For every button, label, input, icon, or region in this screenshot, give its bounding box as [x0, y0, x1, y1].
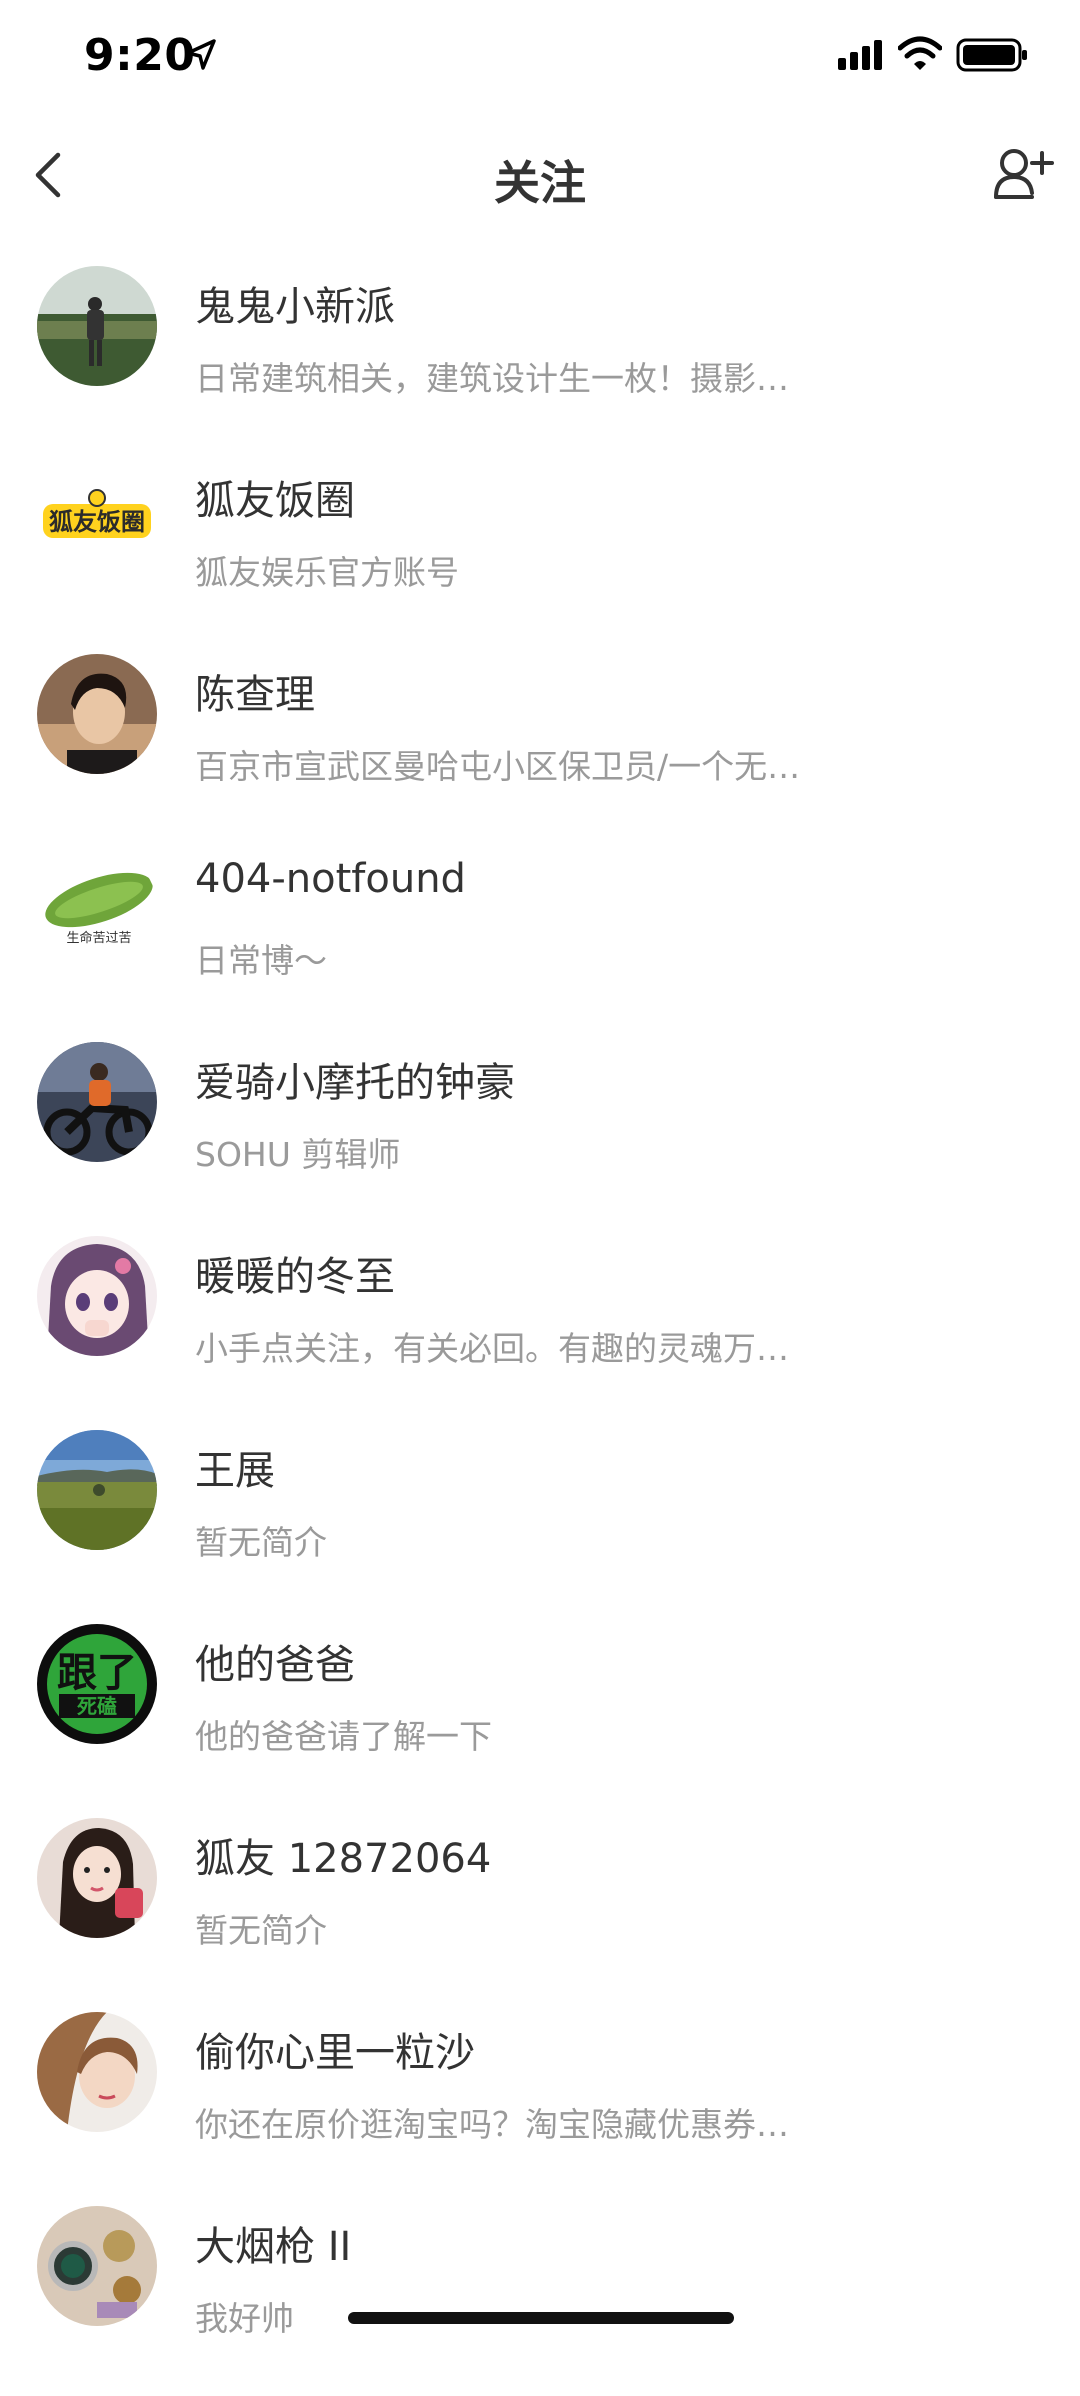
motorcycle-avatar-icon: [37, 1042, 157, 1162]
avatar[interactable]: 跟了 死磕: [37, 1624, 157, 1744]
list-item[interactable]: 暖暖的冬至 小手点关注，有关必回。有趣的灵魂万…: [0, 1232, 1080, 1426]
follow-list: 鬼鬼小新派 日常建筑相关，建筑设计生一枚！摄影… 狐友饭圈 狐友饭圈 狐友娱乐官…: [0, 262, 1080, 2396]
nav-bar: 关注: [0, 125, 1080, 225]
user-name: 狐友饭圈: [195, 478, 355, 524]
user-name: 爱骑小摩托的钟豪: [195, 1060, 515, 1106]
list-item[interactable]: 跟了 死磕 他的爸爸 他的爸爸请了解一下: [0, 1620, 1080, 1814]
list-item[interactable]: 鬼鬼小新派 日常建筑相关，建筑设计生一枚！摄影…: [0, 262, 1080, 456]
avatar[interactable]: [37, 1430, 157, 1550]
user-bio: 日常建筑相关，建筑设计生一枚！摄影…: [195, 359, 789, 398]
user-name: 王展: [195, 1448, 275, 1494]
user-bio: 你还在原价逛淘宝吗？淘宝隐藏优惠券…: [195, 2105, 789, 2144]
girl-photo-avatar-icon: [37, 2012, 157, 2132]
text-sign-avatar-icon: 跟了 死磕: [37, 1624, 157, 1744]
user-name: 大烟枪 II: [195, 2224, 352, 2270]
user-bio: 暂无简介: [195, 1911, 327, 1950]
user-bio: 百京市宣武区曼哈屯小区保卫员/一个无…: [195, 747, 801, 786]
avatar[interactable]: [37, 654, 157, 774]
user-bio: 他的爸爸请了解一下: [195, 1717, 492, 1756]
avatar[interactable]: [37, 1818, 157, 1938]
avatar[interactable]: 生命苦过苦: [37, 848, 157, 968]
page-title: 关注: [494, 156, 586, 210]
avatar[interactable]: 狐友饭圈: [37, 460, 157, 580]
user-name: 他的爸爸: [195, 1642, 355, 1688]
user-bio: 日常博～: [195, 941, 327, 980]
landscape-avatar-icon: [37, 1430, 157, 1550]
portrait-avatar-icon: [37, 654, 157, 774]
avatar-text-top: 跟了: [57, 1650, 137, 1696]
avatar[interactable]: [37, 1042, 157, 1162]
user-name: 鬼鬼小新派: [195, 284, 395, 330]
user-name: 狐友 12872064: [195, 1836, 492, 1882]
list-item[interactable]: 狐友饭圈 狐友饭圈 狐友娱乐官方账号: [0, 456, 1080, 650]
status-bar: 9:20: [0, 0, 1080, 115]
battery-icon: [956, 38, 1027, 72]
user-bio: SOHU 剪辑师: [195, 1135, 401, 1174]
list-item[interactable]: 爱骑小摩托的钟豪 SOHU 剪辑师: [0, 1038, 1080, 1232]
user-name: 陈查理: [195, 672, 315, 718]
status-time: 9:20: [84, 30, 196, 81]
bitter-melon-avatar-icon: 生命苦过苦: [37, 848, 157, 968]
logo-avatar-icon: 狐友饭圈: [37, 460, 157, 580]
person-photo-avatar-icon: [37, 266, 157, 386]
avatar[interactable]: [37, 1236, 157, 1356]
user-name: 暖暖的冬至: [195, 1254, 395, 1300]
wifi-icon: [898, 36, 942, 70]
user-bio: 小手点关注，有关必回。有趣的灵魂万…: [195, 1329, 789, 1368]
user-bio: 暂无简介: [195, 1523, 327, 1562]
anime-girl-avatar-icon: [37, 1236, 157, 1356]
avatar-caption: 生命苦过苦: [66, 930, 131, 946]
user-name: 偷你心里一粒沙: [195, 2030, 475, 2076]
avatar-text-bottom: 死磕: [77, 1694, 117, 1718]
selfie-avatar-icon: [37, 1818, 157, 1938]
add-user-button[interactable]: [992, 143, 1058, 207]
list-item[interactable]: 生命苦过苦 404-notfound 日常博～: [0, 844, 1080, 1038]
add-user-icon: [994, 149, 1054, 199]
avatar[interactable]: [37, 2206, 157, 2326]
list-item[interactable]: 狐友 12872064 暂无简介: [0, 1814, 1080, 2008]
user-name: 404-notfound: [195, 856, 466, 902]
list-item[interactable]: 大烟枪 II 我好帅: [0, 2202, 1080, 2396]
user-bio: 我好帅: [195, 2299, 294, 2338]
list-item[interactable]: 偷你心里一粒沙 你还在原价逛淘宝吗？淘宝隐藏优惠券…: [0, 2008, 1080, 2202]
user-bio: 狐友娱乐官方账号: [195, 553, 459, 592]
avatar[interactable]: [37, 266, 157, 386]
home-indicator[interactable]: [348, 2312, 734, 2324]
watches-avatar-icon: [37, 2206, 157, 2326]
list-item[interactable]: 王展 暂无简介: [0, 1426, 1080, 1620]
list-item[interactable]: 陈查理 百京市宣武区曼哈屯小区保卫员/一个无…: [0, 650, 1080, 844]
avatar[interactable]: [37, 2012, 157, 2132]
cellular-signal-icon: [838, 40, 882, 70]
logo-text: 狐友饭圈: [49, 508, 145, 536]
location-arrow-icon: [186, 39, 216, 70]
